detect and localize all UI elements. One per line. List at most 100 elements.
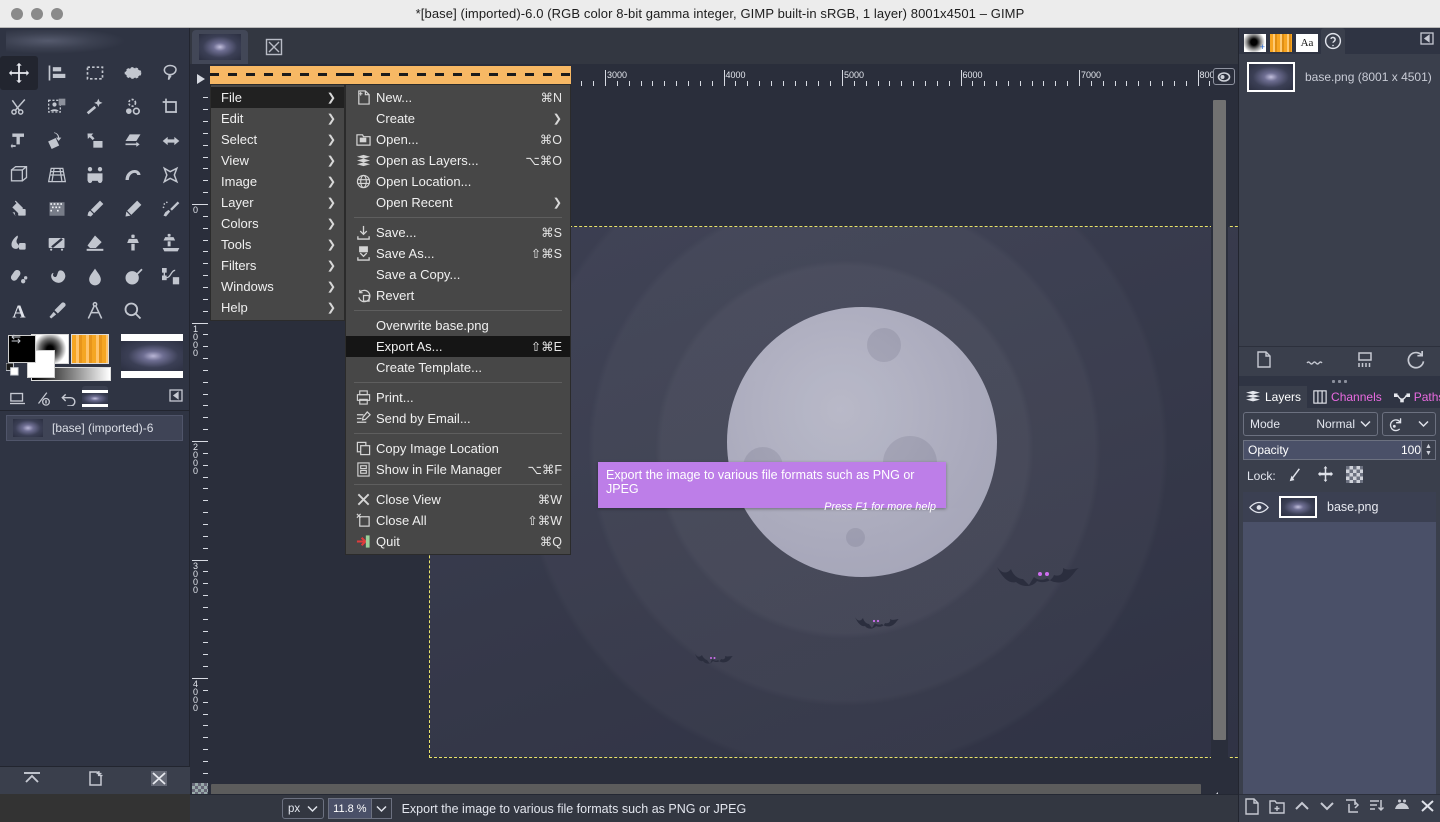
file-menu-item-print[interactable]: Print... bbox=[346, 387, 570, 408]
file-menu-item-copy-image-location[interactable]: Copy Image Location bbox=[346, 438, 570, 459]
airbrush-tool[interactable] bbox=[152, 192, 190, 226]
file-menu-item-save[interactable]: Save...⌘S bbox=[346, 222, 570, 243]
zoom-tool[interactable] bbox=[114, 294, 152, 328]
new-icon[interactable] bbox=[87, 770, 105, 792]
delete-icon[interactable] bbox=[150, 770, 168, 792]
file-menu-item-new[interactable]: New...⌘N bbox=[346, 87, 570, 108]
opacity-slider[interactable]: Opacity 100.0 ▲▼ bbox=[1243, 440, 1436, 460]
file-menu-item-overwrite-base-png[interactable]: Overwrite base.png bbox=[346, 315, 570, 336]
lock-pixels-icon[interactable] bbox=[1288, 466, 1305, 486]
move-tool[interactable] bbox=[0, 56, 38, 90]
text-tool[interactable]: A bbox=[0, 294, 38, 328]
file-menu-item-close-all[interactable]: Close All⇧⌘W bbox=[346, 510, 570, 531]
tool-options-icon[interactable] bbox=[30, 386, 56, 410]
file-menu-item-open-location[interactable]: Open Location... bbox=[346, 171, 570, 192]
navigation-preview-button[interactable] bbox=[1213, 68, 1235, 85]
heal-tool[interactable] bbox=[0, 260, 38, 294]
menu-item-image[interactable]: Image❯ bbox=[211, 171, 344, 192]
new-layer-group-icon[interactable] bbox=[1269, 798, 1285, 820]
fuzzy-select-tool[interactable] bbox=[76, 90, 114, 124]
file-menu-item-send-by-email[interactable]: Send by Email... bbox=[346, 408, 570, 429]
unit-selector[interactable]: px bbox=[282, 798, 324, 819]
layer-mode-selector[interactable]: Mode Normal bbox=[1243, 412, 1378, 436]
file-menu-item-create[interactable]: Create❯ bbox=[346, 108, 570, 129]
file-menu-item-save-as[interactable]: Save As...⇧⌘S bbox=[346, 243, 570, 264]
menu-item-filters[interactable]: Filters❯ bbox=[211, 255, 344, 276]
list-item[interactable]: [base] (imported)-6 bbox=[6, 415, 183, 441]
patterns-icon[interactable] bbox=[1269, 32, 1293, 54]
menu-item-colors[interactable]: Colors❯ bbox=[211, 213, 344, 234]
file-menu-item-revert[interactable]: Revert bbox=[346, 285, 570, 306]
crop-tool[interactable] bbox=[152, 90, 190, 124]
file-menu-item-close-view[interactable]: Close View⌘W bbox=[346, 489, 570, 510]
list-item[interactable]: base.png (8001 x 4501) bbox=[1247, 62, 1432, 92]
rectangle-select-tool[interactable] bbox=[76, 56, 114, 90]
measure-tool[interactable] bbox=[76, 294, 114, 328]
blur-sharpen-tool[interactable] bbox=[76, 260, 114, 294]
file-menu-item-open-as-layers[interactable]: Open as Layers...⌥⌘O bbox=[346, 150, 570, 171]
bucket-fill-tool[interactable] bbox=[0, 192, 38, 226]
zoom-dropdown-button[interactable] bbox=[372, 798, 392, 819]
scale-tool[interactable] bbox=[76, 124, 114, 158]
scissors-select-tool[interactable] bbox=[0, 90, 38, 124]
dock-menu-button[interactable] bbox=[169, 389, 183, 407]
lock-position-icon[interactable] bbox=[1317, 466, 1334, 486]
cage-transform-tool[interactable] bbox=[152, 158, 190, 192]
reset-colors-icon[interactable] bbox=[6, 363, 19, 376]
select-by-color-tool[interactable] bbox=[114, 90, 152, 124]
menu-item-tools[interactable]: Tools❯ bbox=[211, 234, 344, 255]
tab-channels[interactable]: Channels bbox=[1307, 386, 1388, 408]
3d-transform-tool[interactable] bbox=[0, 158, 38, 192]
vertical-ruler[interactable]: 010002000300040005000 bbox=[192, 87, 209, 799]
tab-paths[interactable]: Paths bbox=[1388, 386, 1440, 408]
anchor-layer-icon[interactable] bbox=[1369, 798, 1385, 819]
file-menu-item-save-a-copy[interactable]: Save a Copy... bbox=[346, 264, 570, 285]
layer-mask-icon[interactable] bbox=[1394, 798, 1410, 819]
file-menu-item-quit[interactable]: Quit⌘Q bbox=[346, 531, 570, 552]
ellipse-select-tool[interactable] bbox=[114, 56, 152, 90]
gradient-tool[interactable] bbox=[38, 192, 76, 226]
document-history-icon[interactable] bbox=[1321, 28, 1345, 54]
right-dock-menu-button[interactable] bbox=[1420, 32, 1434, 50]
flip-tool[interactable] bbox=[152, 124, 190, 158]
close-tab-icon[interactable] bbox=[248, 30, 300, 64]
brushes-icon[interactable]: + bbox=[1243, 32, 1267, 54]
lower-layer-icon[interactable] bbox=[1319, 799, 1335, 818]
layers-list[interactable]: base.png bbox=[1243, 492, 1436, 822]
duplicate-layer-icon[interactable] bbox=[1344, 798, 1360, 819]
vertical-scrollbar[interactable] bbox=[1211, 87, 1228, 777]
layer-visibility-icon[interactable] bbox=[1249, 501, 1269, 514]
menu-item-windows[interactable]: Windows❯ bbox=[211, 276, 344, 297]
image-tab[interactable] bbox=[192, 30, 248, 64]
perspective-clone-tool[interactable] bbox=[152, 226, 190, 260]
refresh-icon[interactable] bbox=[1406, 350, 1425, 374]
file-menu-item-export-as[interactable]: Export As...⇧⌘E bbox=[346, 336, 570, 357]
raise-icon[interactable] bbox=[22, 770, 42, 791]
file-menu-item-open[interactable]: Open...⌘O bbox=[346, 129, 570, 150]
lock-alpha-icon[interactable] bbox=[1346, 466, 1363, 486]
menu-item-layer[interactable]: Layer❯ bbox=[211, 192, 344, 213]
rotate-tool[interactable] bbox=[38, 124, 76, 158]
smudge-tool[interactable] bbox=[38, 260, 76, 294]
color-picker-tool[interactable] bbox=[38, 294, 76, 328]
menu-item-help[interactable]: Help❯ bbox=[211, 297, 344, 318]
merge-down-icon[interactable] bbox=[1355, 350, 1375, 374]
active-pattern-icon[interactable] bbox=[71, 334, 109, 364]
eraser-tool[interactable] bbox=[76, 226, 114, 260]
file-menu-item-open-recent[interactable]: Open Recent❯ bbox=[346, 192, 570, 213]
dodge-burn-tool[interactable] bbox=[114, 260, 152, 294]
file-menu-item-create-template[interactable]: Create Template... bbox=[346, 357, 570, 378]
dock-resize-grip[interactable] bbox=[1239, 376, 1440, 386]
fonts-icon[interactable]: Aa bbox=[1295, 32, 1319, 54]
alignment-tool[interactable] bbox=[38, 56, 76, 90]
menu-item-edit[interactable]: Edit❯ bbox=[211, 108, 344, 129]
handle-transform-tool[interactable] bbox=[76, 158, 114, 192]
opacity-stepper[interactable]: ▲▼ bbox=[1421, 440, 1436, 460]
ruler-origin-button[interactable] bbox=[192, 70, 209, 87]
new-layer-icon[interactable] bbox=[1254, 350, 1274, 374]
perspective-tool[interactable] bbox=[38, 158, 76, 192]
active-image-thumbnail[interactable] bbox=[121, 334, 183, 378]
menu-item-select[interactable]: Select❯ bbox=[211, 129, 344, 150]
undo-history-icon[interactable] bbox=[56, 386, 82, 410]
new-layer-icon[interactable] bbox=[1244, 798, 1260, 820]
